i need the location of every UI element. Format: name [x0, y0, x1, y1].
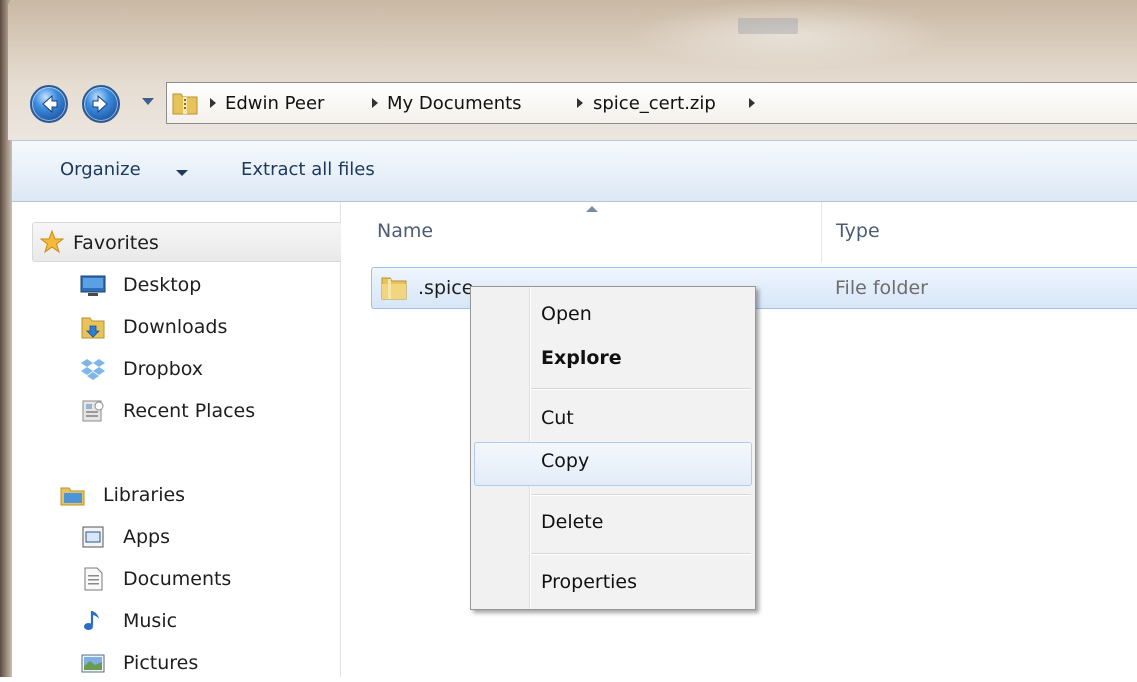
sidebar-item-desktop[interactable]: Desktop — [80, 270, 340, 304]
breadcrumb-separator-icon[interactable] — [749, 98, 755, 108]
sidebar-item-label: Dropbox — [123, 358, 204, 380]
navigation-pane: Favorites Desktop Downloads Dropbox Rece… — [12, 202, 346, 677]
background-window-title — [738, 18, 798, 34]
recent-pages-dropdown[interactable] — [142, 98, 154, 105]
libraries-label: Libraries — [103, 484, 186, 506]
menu-item-properties[interactable]: Properties — [474, 563, 752, 603]
command-bar: Organize Extract all files — [12, 140, 1137, 202]
pictures-library-icon — [81, 654, 105, 673]
menu-item-label: Cut — [541, 407, 574, 429]
sidebar-header-favorites[interactable]: Favorites — [32, 222, 346, 262]
forward-button[interactable] — [82, 85, 120, 123]
folder-icon — [381, 277, 407, 300]
column-header-type[interactable]: Type — [836, 220, 880, 242]
menu-item-label: Properties — [541, 571, 638, 593]
menu-item-label: Open — [541, 303, 592, 325]
glass-highlight — [628, 0, 948, 70]
context-menu: Open Explore Cut Copy Delete Properties — [470, 286, 756, 610]
favorites-label: Favorites — [73, 232, 159, 254]
back-button[interactable] — [30, 85, 68, 123]
menu-item-label: Copy — [541, 450, 590, 472]
sidebar-item-label: Music — [123, 610, 178, 632]
menu-item-cut[interactable]: Cut — [474, 399, 752, 439]
sidebar-item-label: Apps — [123, 526, 171, 548]
sidebar-item-apps[interactable]: Apps — [80, 522, 340, 556]
column-divider[interactable] — [821, 202, 822, 262]
recent-places-icon — [82, 400, 104, 422]
menu-item-explore[interactable]: Explore — [474, 339, 752, 379]
organize-dropdown-icon — [176, 170, 188, 176]
back-arrow-icon — [42, 94, 58, 114]
apps-library-icon — [82, 526, 104, 548]
menu-item-open[interactable]: Open — [474, 295, 752, 335]
breadcrumb-spice-cert-zip[interactable]: spice_cert.zip — [593, 93, 716, 114]
file-name: .spice — [418, 277, 474, 299]
menu-item-label: Delete — [541, 511, 604, 533]
menu-separator — [531, 494, 751, 496]
menu-separator — [531, 388, 751, 390]
menu-separator — [531, 553, 751, 555]
file-type: File folder — [835, 277, 928, 299]
sidebar-item-label: Documents — [123, 568, 232, 590]
breadcrumb-my-documents[interactable]: My Documents — [387, 93, 522, 114]
zip-folder-icon — [172, 93, 198, 115]
extract-all-files-button[interactable]: Extract all files — [241, 159, 375, 180]
menu-item-copy[interactable]: Copy — [474, 442, 752, 486]
sidebar-item-dropbox[interactable]: Dropbox — [80, 354, 340, 388]
column-header-name[interactable]: Name — [377, 220, 433, 242]
sidebar-item-recent-places[interactable]: Recent Places — [80, 396, 340, 430]
organize-button[interactable]: Organize — [60, 159, 141, 180]
breadcrumb-separator-icon[interactable] — [210, 98, 216, 108]
forward-arrow-icon — [92, 94, 108, 114]
sidebar-item-documents[interactable]: Documents — [80, 564, 340, 598]
sidebar-item-downloads[interactable]: Downloads — [80, 312, 340, 346]
sidebar-item-music[interactable]: Music — [80, 606, 340, 640]
menu-item-label: Explore — [541, 347, 622, 369]
sidebar-item-label: Pictures — [123, 652, 199, 674]
sidebar-header-libraries[interactable]: Libraries — [60, 480, 340, 514]
menu-item-delete[interactable]: Delete — [474, 503, 752, 543]
music-note-icon — [84, 611, 99, 630]
star-icon — [39, 229, 65, 254]
address-bar[interactable]: Edwin Peer My Documents spice_cert.zip — [166, 82, 1137, 124]
breadcrumb-separator-icon[interactable] — [372, 98, 378, 108]
dropbox-icon — [81, 359, 105, 380]
sidebar-item-label: Desktop — [123, 274, 202, 296]
sidebar-item-label: Recent Places — [123, 400, 256, 422]
downloads-folder-icon — [81, 317, 105, 339]
sort-ascending-icon — [586, 206, 598, 212]
sidebar-item-label: Downloads — [123, 316, 228, 338]
breadcrumb-separator-icon[interactable] — [577, 98, 583, 108]
documents-library-icon — [84, 567, 103, 591]
libraries-folder-icon — [60, 487, 85, 506]
breadcrumb-edwin-peer[interactable]: Edwin Peer — [225, 93, 324, 114]
desktop-icon — [80, 275, 106, 296]
